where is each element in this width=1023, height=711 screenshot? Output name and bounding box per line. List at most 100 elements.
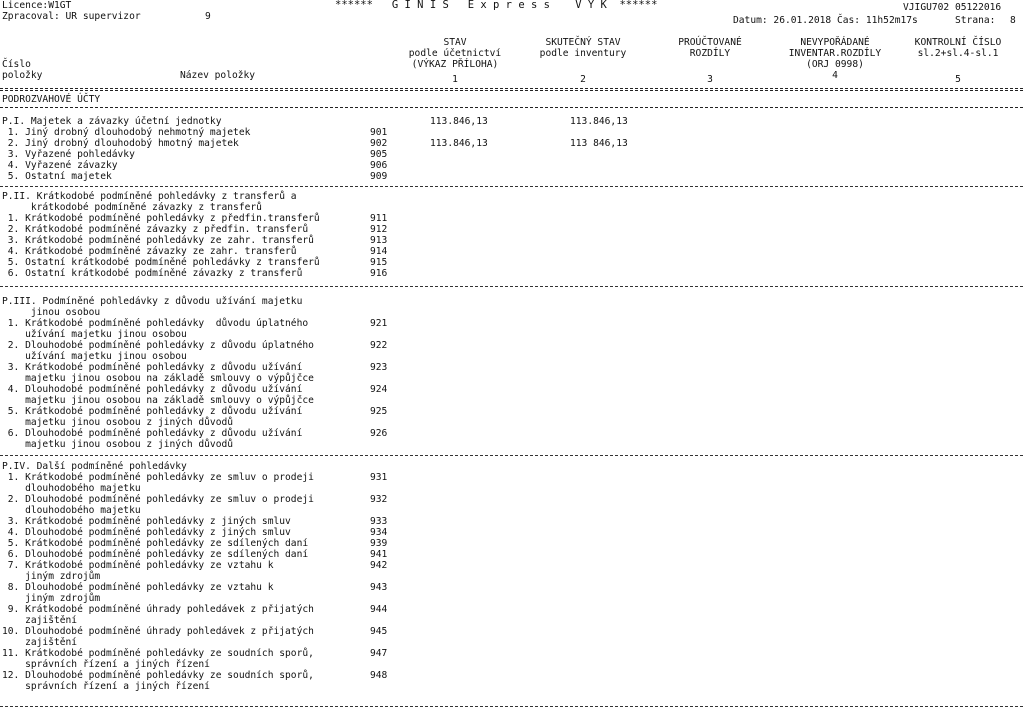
item-value-stav: 113.846,13 [430,138,488,149]
item-name: 1. Jiný drobný dlouhodobý nehmotný majet… [2,127,251,138]
col-item-label: položky [2,70,43,81]
section-divider [0,186,1023,187]
processed-by-label: Zpracoval: UR supervizor [2,11,141,22]
item-code: 923 [370,362,388,373]
col-nevyporadane-number: 4 [832,70,838,81]
col-skutecny-l1: SKUTEČNÝ STAV [545,37,621,48]
item-name: 2. Krátkodobé podmíněné závazky z předfi… [2,224,309,235]
section-title-text: P.III. Podmíněné pohledávky z důvodu uží… [2,296,303,318]
item-code: 906 [370,160,388,171]
item-code: 924 [370,384,388,395]
item-name: 3. Krátkodobé podmíněné pohledávky z jin… [2,516,291,527]
col-item-number-label: Číslo [2,59,31,70]
item-name: 3. Vyřazené pohledávky [2,149,135,160]
col-proucto-l1: PROÚČTOVANÉ [678,37,742,48]
item-code: 902 [370,138,388,149]
col-nevyporadane-l2: INVENTAR.ROZDÍLY [788,48,882,59]
item-code: 913 [370,235,388,246]
section-title-text: P.IV. Další podmíněné pohledávky [2,461,187,472]
item-name: 6. Ostatní krátkodobé podmíněné závazky … [2,268,303,279]
item-code: 916 [370,268,388,279]
item-code: 944 [370,604,388,615]
item-name: 2. Jiný drobný dlouhodobý hmotný majetek [2,138,239,149]
section-value-skutecny: 113.846,13 [570,116,628,127]
page-label: Strana: [955,15,996,26]
item-code: 948 [370,670,388,681]
col-nevyporadane-l3: (ORJ 0998) [806,59,864,70]
licence-label: Licence:W1GT [2,0,72,11]
item-code: 931 [370,472,388,483]
col-stav-l3: (VÝKAZ PŘÍLOHA) [411,59,499,70]
section-heading-divider [0,107,1023,108]
item-code: 901 [370,127,388,138]
item-code: 932 [370,494,388,505]
date-time-label: Datum: 26.01.2018 Čas: 11h52m17s [733,15,918,26]
item-name: 6. Dlouhodobé podmíněné pohledávky ze sd… [2,549,309,560]
item-name: 10. Dlouhodobé podmíněné úhrady pohledáv… [2,626,314,648]
item-name: 2. Dlouhodobé podmíněné pohledávky z dův… [7,340,314,362]
item-name: 3. Krátkodobé podmíněné pohledávky ze za… [2,235,314,246]
col-nevyporadane-l1: NEVYPOŘÁDANÉ [800,37,870,48]
item-code: 925 [370,406,388,417]
section-heading: PODROZVAHOVÉ ÚČTY [2,94,101,105]
item-name: 4. Dlouhodobé podmíněné pohledávky z dův… [7,384,314,406]
report-title: ****** G I N I S E x p r e s s V Y K ***… [335,0,658,11]
section-divider [0,706,1023,707]
item-code: 934 [370,527,388,538]
item-name: 6. Dlouhodobé podmíněné pohledávky z dův… [7,428,303,450]
col-stav-l2: podle účetnictví [408,48,502,59]
col-stav-l1: STAV [443,37,467,48]
col-skutecny-l2: podle inventury [539,48,627,59]
item-name: 4. Vyřazené závazky [2,160,118,171]
item-code: 939 [370,538,388,549]
item-name: 5. Krátkodobé podmíněné pohledávky ze sd… [2,538,309,549]
header-divider [0,88,1023,89]
report-code: VJIGU702 05122016 [903,2,1002,13]
item-name: 3. Krátkodobé podmíněné pohledávky z dův… [7,362,314,384]
item-code: 914 [370,246,388,257]
item-name: 2. Dlouhodobé podmíněné pohledávky ze sm… [7,494,314,516]
processed-by-number: 9 [205,11,211,22]
header-divider-2 [0,90,1023,91]
col-name-label: Název položky [180,70,256,81]
page-number: 8 [1010,15,1016,26]
item-value-skutecny: 113 846,13 [570,138,628,149]
item-name: 4. Dlouhodobé podmíněné pohledávky z jin… [2,527,291,538]
item-code: 911 [370,213,388,224]
item-code: 909 [370,171,388,182]
item-name: 1. Krátkodobé podmíněné pohledávky z pře… [2,213,320,224]
item-name: 5. Krátkodobé podmíněné pohledávky z dův… [7,406,303,428]
col-proucto-l2: ROZDÍLY [689,48,731,59]
item-name: 1. Krátkodobé podmíněné pohledávky ze sm… [7,472,314,494]
item-name: 12. Dlouhodobé podmíněné pohledávky ze s… [2,670,314,692]
item-code: 915 [370,257,388,268]
section-title-text: P.II. Krátkodobé podmíněné pohledávky z … [2,191,297,213]
col-kontrolni-l2: sl.2+sl.4-sl.1 [917,48,999,59]
section-value-stav: 113.846,13 [430,116,488,127]
section-title-text: P.I. Majetek a závazky účetní jednotky [2,116,222,127]
item-name: 7. Krátkodobé podmíněné pohledávky ze vz… [7,560,274,582]
item-code: 943 [370,582,388,593]
item-name: 1. Krátkodobé podmíněné pohledávky důvod… [7,318,309,340]
item-code: 921 [370,318,388,329]
col-proucto-number: 3 [707,74,713,85]
item-name: 8. Dlouhodobé podmíněné pohledávky ze vz… [7,582,274,604]
item-code: 941 [370,549,388,560]
item-name: 4. Krátkodobé podmíněné závazky ze zahr.… [2,246,297,257]
item-name: 11. Krátkodobé podmíněné pohledávky ze s… [2,648,314,670]
section-divider [0,455,1023,456]
item-code: 905 [370,149,388,160]
item-code: 912 [370,224,388,235]
col-kontrolni-l1: KONTROLNÍ ČÍSLO [914,37,1002,48]
item-code: 922 [370,340,388,351]
item-code: 926 [370,428,388,439]
section-divider [0,286,1023,287]
item-code: 933 [370,516,388,527]
col-skutecny-number: 2 [580,74,586,85]
item-name: 9. Krátkodobé podmíněné úhrady pohledáve… [7,604,314,626]
col-stav-number: 1 [452,74,458,85]
item-name: 5. Ostatní krátkodobé podmíněné pohledáv… [2,257,320,268]
item-code: 942 [370,560,388,571]
item-code: 947 [370,648,388,659]
item-name: 5. Ostatní majetek [2,171,112,182]
